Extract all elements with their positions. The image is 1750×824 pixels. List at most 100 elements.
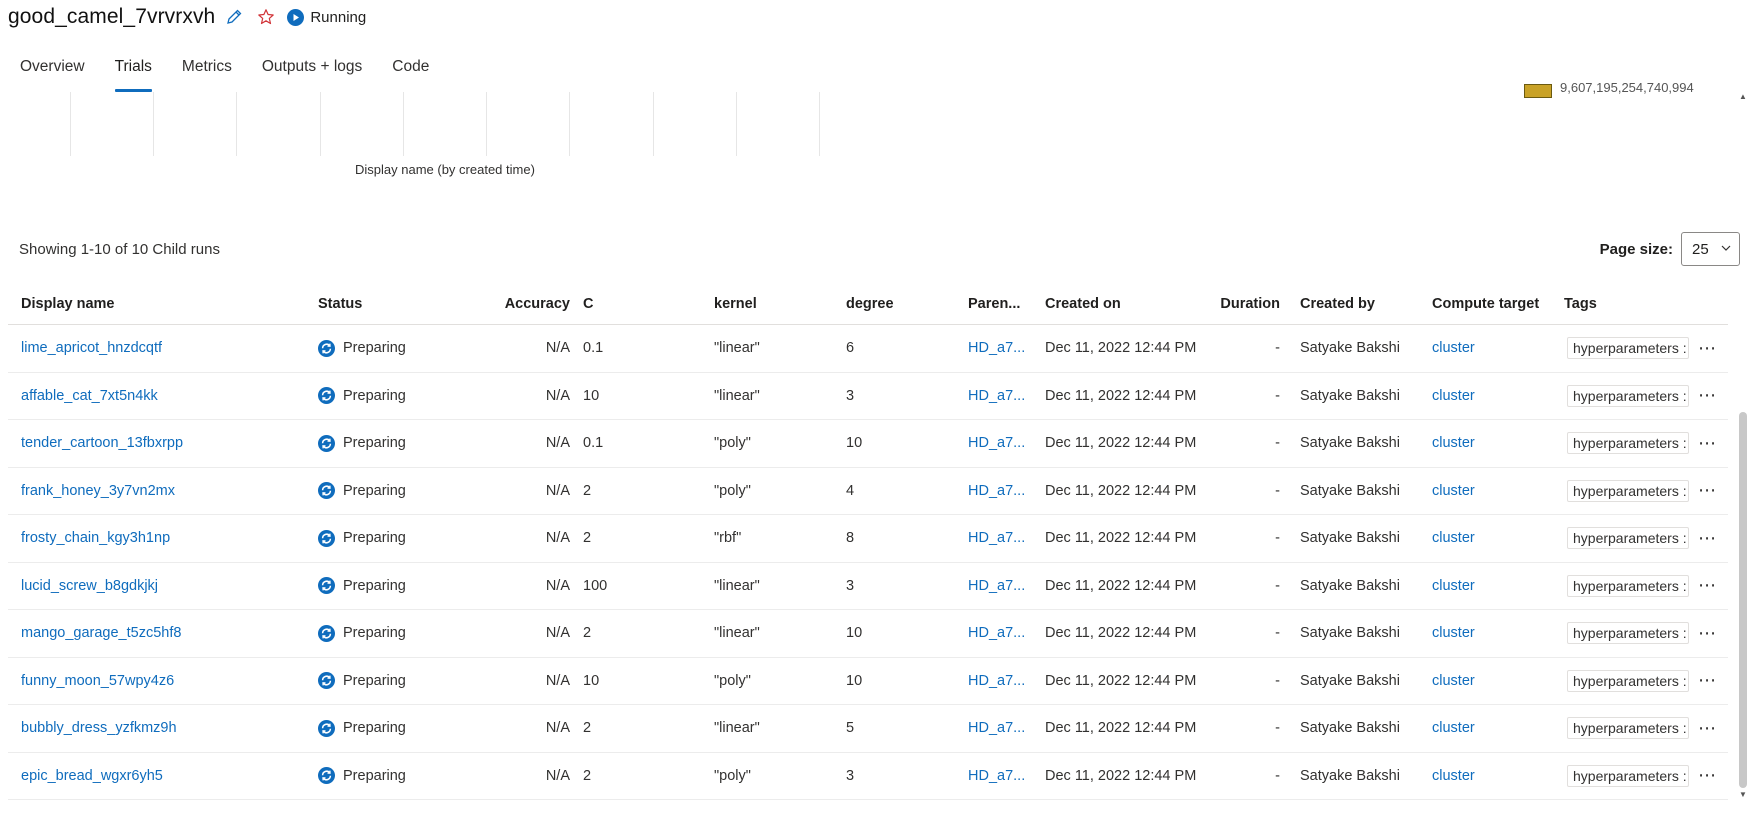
more-actions-button[interactable]: ⋯	[1698, 563, 1717, 610]
run-status-label: Running	[310, 8, 367, 26]
parent-run-link[interactable]: HD_a7...	[968, 515, 1025, 562]
table-row[interactable]: affable_cat_7xt5n4kk Preparing N/A 10 "l…	[8, 373, 1728, 420]
compute-target-link[interactable]: cluster	[1432, 468, 1475, 515]
more-actions-button[interactable]: ⋯	[1698, 325, 1717, 372]
table-row[interactable]: frosty_chain_kgy3h1np Preparing N/A 2 "r…	[8, 515, 1728, 563]
more-actions-button[interactable]: ⋯	[1698, 658, 1717, 705]
more-actions-button[interactable]: ⋯	[1698, 705, 1717, 752]
created-on-cell: Dec 11, 2022 12:44 PM	[1045, 767, 1197, 784]
compute-target-link[interactable]: cluster	[1432, 325, 1475, 372]
column-header-created-on[interactable]: Created on	[1045, 283, 1121, 324]
column-header-accuracy[interactable]: Accuracy	[478, 283, 570, 324]
tag-pill[interactable]: hyperparameters :	[1567, 337, 1689, 360]
more-actions-button[interactable]: ⋯	[1698, 515, 1717, 562]
table-row[interactable]: tender_cartoon_13fbxrpp Preparing N/A 0.…	[8, 420, 1728, 468]
scroll-up-arrow[interactable]: ▲	[1738, 92, 1748, 102]
more-actions-button[interactable]: ⋯	[1698, 753, 1717, 800]
run-name-link[interactable]: funny_moon_57wpy4z6	[21, 658, 174, 705]
run-name-link[interactable]: bubbly_dress_yzfkmz9h	[21, 705, 177, 752]
tab-code[interactable]: Code	[392, 52, 429, 92]
parent-run-link[interactable]: HD_a7...	[968, 753, 1025, 800]
run-name-link[interactable]: frank_honey_3y7vn2mx	[21, 468, 175, 515]
tag-pill[interactable]: hyperparameters :	[1567, 717, 1689, 740]
compute-target-link[interactable]: cluster	[1432, 515, 1475, 562]
parent-run-link[interactable]: HD_a7...	[968, 658, 1025, 705]
compute-target-link[interactable]: cluster	[1432, 373, 1475, 420]
parent-run-link[interactable]: HD_a7...	[968, 373, 1025, 420]
chart-gridline	[569, 92, 570, 156]
kernel-cell: "linear"	[714, 625, 760, 642]
run-name-link[interactable]: lucid_screw_b8gdkjkj	[21, 563, 158, 610]
scrollbar-thumb[interactable]	[1739, 412, 1747, 788]
parent-run-link[interactable]: HD_a7...	[968, 420, 1025, 467]
tab-overview[interactable]: Overview	[20, 52, 85, 92]
table-row[interactable]: bubbly_dress_yzfkmz9h Preparing N/A 2 "l…	[8, 705, 1728, 753]
run-name-link[interactable]: tender_cartoon_13fbxrpp	[21, 420, 183, 467]
parent-run-link[interactable]: HD_a7...	[968, 610, 1025, 657]
more-actions-button[interactable]: ⋯	[1698, 468, 1717, 515]
parent-run-link[interactable]: HD_a7...	[968, 325, 1025, 372]
run-status-cell: Preparing	[318, 753, 406, 800]
run-name-link[interactable]: mango_garage_t5zc5hf8	[21, 610, 181, 657]
parent-run-link[interactable]: HD_a7...	[968, 705, 1025, 752]
tab-trials[interactable]: Trials	[114, 52, 153, 92]
more-actions-button[interactable]: ⋯	[1698, 420, 1717, 467]
tag-pill[interactable]: hyperparameters :	[1567, 764, 1689, 787]
parent-run-link[interactable]: HD_a7...	[968, 468, 1025, 515]
compute-target-link[interactable]: cluster	[1432, 610, 1475, 657]
run-name-link[interactable]: epic_bread_wgxr6yh5	[21, 753, 163, 800]
page-size-dropdown[interactable]: 25	[1681, 232, 1740, 266]
column-header-tags[interactable]: Tags	[1564, 283, 1597, 324]
column-header-c[interactable]: C	[583, 283, 593, 324]
more-actions-button[interactable]: ⋯	[1698, 373, 1717, 420]
pencil-icon[interactable]	[221, 4, 247, 30]
run-name-link[interactable]: frosty_chain_kgy3h1np	[21, 515, 170, 562]
column-header-degree[interactable]: degree	[846, 283, 894, 324]
run-status-cell: Preparing	[318, 658, 406, 705]
run-status-text: Preparing	[343, 625, 406, 642]
tag-pill[interactable]: hyperparameters :	[1567, 432, 1689, 455]
compute-target-link[interactable]: cluster	[1432, 563, 1475, 610]
run-name-link[interactable]: affable_cat_7xt5n4kk	[21, 373, 158, 420]
tag-pill[interactable]: hyperparameters :	[1567, 669, 1689, 692]
tab-metrics[interactable]: Metrics	[182, 52, 232, 92]
c-cell: 2	[583, 625, 592, 642]
tag-pill[interactable]: hyperparameters :	[1567, 622, 1689, 645]
run-name-link[interactable]: lime_apricot_hnzdcqtf	[21, 325, 162, 372]
tag-pill[interactable]: hyperparameters :	[1567, 527, 1689, 550]
tab-outputs-logs[interactable]: Outputs + logs	[262, 52, 362, 92]
tag-pill[interactable]: hyperparameters :	[1567, 479, 1689, 502]
column-header-compute-target[interactable]: Compute target	[1432, 283, 1539, 324]
table-row[interactable]: mango_garage_t5zc5hf8 Preparing N/A 2 "l…	[8, 610, 1728, 658]
tag-pill[interactable]: hyperparameters :	[1567, 384, 1689, 407]
compute-target-link[interactable]: cluster	[1432, 753, 1475, 800]
chart-gridline	[403, 92, 404, 156]
parent-run-link[interactable]: HD_a7...	[968, 563, 1025, 610]
compute-target-link[interactable]: cluster	[1432, 658, 1475, 705]
table-row[interactable]: epic_bread_wgxr6yh5 Preparing N/A 2 "pol…	[8, 753, 1728, 800]
compute-target-link[interactable]: cluster	[1432, 705, 1475, 752]
duration-cell: -	[1275, 672, 1280, 689]
more-actions-button[interactable]: ⋯	[1698, 610, 1717, 657]
compute-target-link[interactable]: cluster	[1432, 420, 1475, 467]
degree-cell: 6	[846, 340, 855, 357]
vertical-scrollbar[interactable]: ▲ ▼	[1738, 92, 1748, 800]
c-cell: 0.1	[583, 340, 604, 357]
run-status-cell: Preparing	[318, 325, 406, 372]
star-icon[interactable]	[253, 4, 279, 30]
duration-cell: -	[1275, 577, 1280, 594]
column-header-duration[interactable]: Duration	[1208, 283, 1280, 324]
tag-pill[interactable]: hyperparameters :	[1567, 574, 1689, 597]
column-header-status[interactable]: Status	[318, 283, 362, 324]
column-header-parent[interactable]: Paren...	[968, 283, 1020, 324]
column-header-created-by[interactable]: Created by	[1300, 283, 1375, 324]
table-row[interactable]: funny_moon_57wpy4z6 Preparing N/A 10 "po…	[8, 658, 1728, 705]
table-row[interactable]: lime_apricot_hnzdcqtf Preparing N/A 0.1 …	[8, 325, 1728, 373]
table-row[interactable]: lucid_screw_b8gdkjkj Preparing N/A 100 "…	[8, 563, 1728, 610]
run-status-text: Preparing	[343, 435, 406, 452]
scroll-down-arrow[interactable]: ▼	[1738, 790, 1748, 800]
column-header-display-name[interactable]: Display name	[21, 283, 115, 324]
column-header-kernel[interactable]: kernel	[714, 283, 757, 324]
table-row[interactable]: frank_honey_3y7vn2mx Preparing N/A 2 "po…	[8, 468, 1728, 515]
chart-gridline	[819, 92, 820, 156]
